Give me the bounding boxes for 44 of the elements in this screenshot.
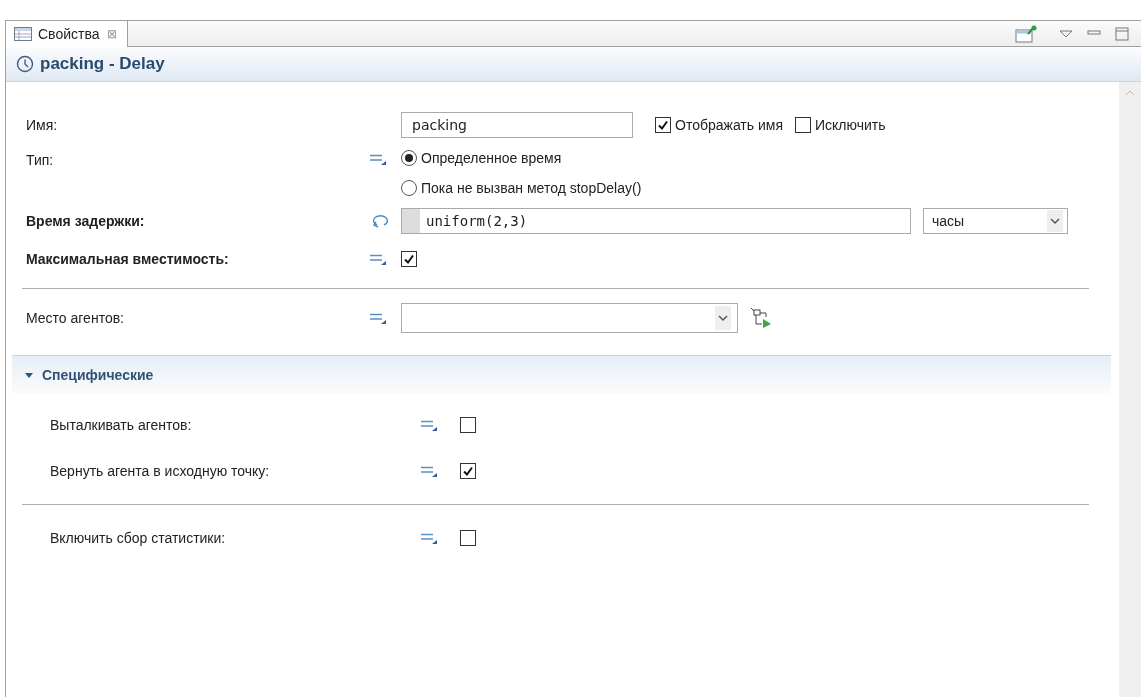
equals-icon[interactable] [420, 464, 438, 478]
field-label: Место агентов: [26, 310, 125, 326]
radio-button[interactable] [401, 150, 417, 166]
checkbox[interactable] [655, 117, 671, 133]
checkbox-label: Исключить [815, 117, 886, 133]
equals-icon[interactable] [420, 418, 438, 432]
equals-icon[interactable] [420, 531, 438, 545]
equals-icon[interactable] [369, 311, 387, 325]
select-location-icon[interactable] [750, 308, 772, 328]
field-label: Тип: [26, 152, 55, 168]
radio-button[interactable] [401, 180, 417, 196]
table-icon [14, 27, 32, 41]
expression-field[interactable]: uniform(2,3) [401, 208, 911, 234]
checkbox[interactable] [401, 251, 417, 267]
field-label: Включить сбор статистики: [50, 530, 227, 546]
clock-icon [16, 55, 34, 73]
pin-window-icon[interactable] [1015, 24, 1037, 43]
checkbox[interactable] [460, 417, 476, 433]
expanded-arrow-icon[interactable] [24, 370, 34, 380]
checkbox[interactable] [460, 463, 476, 479]
section-header[interactable]: Специфические [12, 355, 1111, 394]
field-label: Имя: [26, 117, 59, 133]
panel-title: packing - Delay [40, 54, 165, 74]
tab-label: Свойства [38, 26, 100, 42]
checkmark-icon [402, 252, 416, 266]
equals-icon[interactable] [369, 152, 387, 166]
field-label: Выталкивать агентов: [50, 417, 193, 433]
checkbox[interactable] [460, 530, 476, 546]
radio-label: Определенное время [421, 150, 562, 166]
maximize-icon[interactable] [1115, 26, 1129, 41]
field-label: Время задержки: [26, 213, 146, 229]
checkmark-icon [656, 118, 670, 132]
equals-icon[interactable] [369, 252, 387, 266]
name-field[interactable]: packing [401, 112, 633, 138]
checkmark-icon [461, 464, 475, 478]
scrollbar[interactable] [1119, 82, 1141, 697]
unit-dropdown[interactable]: часы [923, 208, 1068, 234]
checkbox[interactable] [795, 117, 811, 133]
field-label: Вернуть агента в исходную точку: [50, 463, 271, 479]
radio-label: Пока не вызван метод stopDelay() [421, 180, 642, 196]
checkbox-label: Отображать имя [675, 117, 783, 133]
properties-tab[interactable]: Свойства ⊠ [6, 21, 129, 47]
field-label: Максимальная вместимость: [26, 251, 230, 267]
view-menu-icon[interactable] [1059, 28, 1073, 39]
